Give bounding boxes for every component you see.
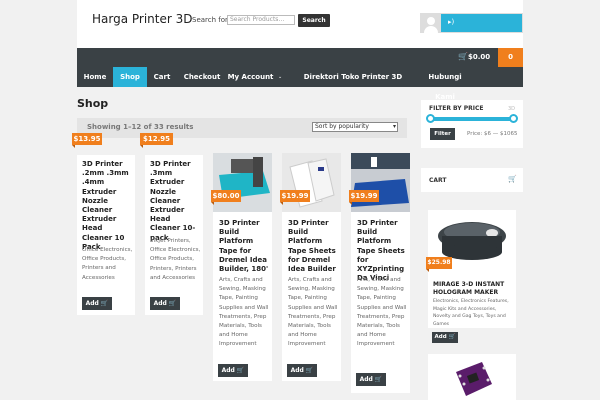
product-title[interactable]: 3D Printer Build Platform Tape Sheets fo…: [357, 219, 410, 283]
nav-cart[interactable]: Cart: [147, 67, 177, 87]
cart-icon: 🛒: [448, 334, 456, 340]
add-label: Add: [434, 334, 447, 340]
add-to-cart-button[interactable]: Add 🛒: [82, 297, 112, 310]
price-badge: $80.00: [211, 190, 241, 205]
product-categories: Arts, Crafts and Sewing, Masking Tape, P…: [288, 277, 338, 348]
price-range-label: Price: $6 — $1065: [467, 131, 518, 137]
cart-icon[interactable]: 🛒: [458, 52, 468, 61]
cart-icon: 🛒: [168, 300, 177, 307]
chevron-down-icon: ⌄: [278, 74, 283, 80]
product-categories: Office Electronics, Office Products, Pri…: [82, 247, 133, 281]
nav-my-account[interactable]: My Account: [227, 67, 274, 87]
nav-checkout[interactable]: Checkout: [177, 67, 227, 87]
chevron-down-icon: ▾: [392, 123, 396, 130]
add-label: Add: [290, 367, 304, 374]
cart-count[interactable]: 0: [498, 48, 523, 67]
price-badge: $12.95: [140, 133, 173, 148]
add-label: Add: [221, 367, 235, 374]
cart-widget-title: CART: [429, 177, 447, 184]
filter-button[interactable]: Filter: [430, 128, 455, 140]
cart-icon: 🛒: [374, 376, 383, 383]
sort-select[interactable]: Sort by popularity ▾: [312, 122, 398, 132]
add-label: Add: [153, 300, 167, 307]
nav-shop[interactable]: Shop: [113, 67, 147, 87]
price-badge: $25.98: [426, 257, 452, 272]
product-title[interactable]: 3D Printer .3mm Extruder Nozzle Cleaner …: [150, 160, 202, 243]
price-slider-min-handle[interactable]: [426, 114, 435, 123]
product-categories: Inkjet Printers, Office Electronics, Off…: [150, 238, 201, 281]
search-input[interactable]: Search Products…: [227, 15, 295, 25]
add-to-cart-button[interactable]: Add 🛒: [432, 332, 458, 343]
cart-icon: 🛒: [305, 367, 314, 374]
add-to-cart-button[interactable]: Add 🛒: [287, 364, 317, 377]
nav-hubungi[interactable]: Hubungi Kami: [418, 67, 472, 101]
cart-icon: 🛒: [236, 367, 245, 374]
cart-total[interactable]: $0.00: [468, 53, 490, 61]
product-title[interactable]: MIRAGE 3-D INSTANT HOLOGRAM MAKER: [433, 281, 513, 297]
cart-bar: [77, 48, 523, 67]
add-to-cart-button[interactable]: Add 🛒: [218, 364, 248, 377]
user-avatar-icon: [421, 14, 441, 33]
sort-select-value: Sort by popularity: [315, 123, 369, 130]
add-label: Add: [359, 376, 373, 383]
product-image[interactable]: [282, 153, 341, 212]
site-title[interactable]: Harga Printer 3D: [92, 12, 193, 26]
product-image[interactable]: [446, 358, 498, 400]
product-title[interactable]: 3D Printer Build Platform Tape for Dreme…: [219, 219, 272, 274]
nav-home[interactable]: Home: [77, 67, 113, 87]
speaker-icon[interactable]: ▸): [448, 18, 454, 26]
cart-icon[interactable]: 🛒: [508, 175, 517, 183]
product-image[interactable]: [351, 153, 410, 212]
result-count: Showing 1–12 of 33 results: [87, 123, 194, 131]
search-label: Search for:: [192, 16, 231, 24]
add-to-cart-button[interactable]: Add 🛒: [150, 297, 180, 310]
page-title: Shop: [77, 97, 109, 110]
price-slider-range: [431, 117, 513, 121]
expand-icon: 3D: [508, 106, 516, 112]
product-categories: Arts, Crafts and Sewing, Masking Tape, P…: [219, 277, 269, 348]
nav-direktori[interactable]: Direktori Toko Printer 3D: [290, 67, 416, 87]
price-badge: $13.95: [72, 133, 102, 148]
price-slider-max-handle[interactable]: [509, 114, 518, 123]
filter-title: FILTER BY PRICE: [429, 105, 484, 112]
product-title[interactable]: 3D Printer .2mm .3mm .4mm Extruder Nozzl…: [82, 160, 134, 252]
search-button[interactable]: Search: [298, 14, 330, 27]
product-image[interactable]: [213, 153, 272, 212]
price-badge: $19.99: [280, 190, 310, 205]
product-categories: Electronics, Electronics Features, Magic…: [433, 299, 509, 327]
product-categories: Arts, Crafts and Sewing, Masking Tape, P…: [357, 277, 407, 348]
cart-icon: 🛒: [100, 300, 109, 307]
add-to-cart-button[interactable]: Add 🛒: [356, 373, 386, 386]
add-label: Add: [85, 300, 99, 307]
price-badge: $19.99: [349, 190, 379, 205]
product-title[interactable]: 3D Printer Build Platform Tape Sheets fo…: [288, 219, 341, 274]
